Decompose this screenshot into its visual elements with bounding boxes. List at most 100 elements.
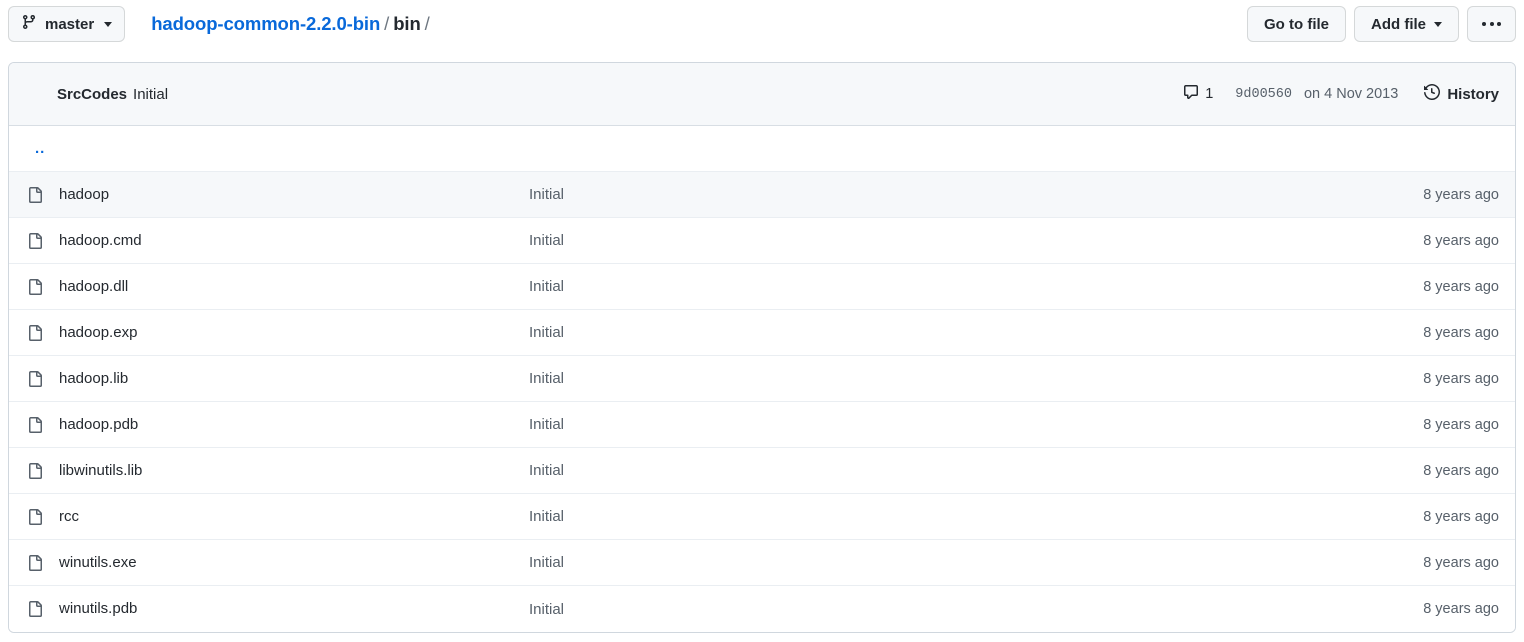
file-commit-age: 8 years ago (1423, 278, 1499, 295)
file-name-cell: libwinutils.lib (59, 462, 529, 480)
file-link[interactable]: hadoop.exp (59, 324, 137, 341)
file-link[interactable]: hadoop.lib (59, 370, 128, 387)
repo-file-browser: master hadoop-common-2.2.0-bin / bin / Go t… (0, 0, 1524, 642)
file-commit-message-cell: Initial (529, 554, 1319, 571)
go-to-file-button[interactable]: Go to file (1247, 6, 1346, 42)
file-icon (27, 370, 59, 387)
file-name-cell: hadoop (59, 186, 529, 204)
file-icon (27, 232, 59, 249)
file-link[interactable]: hadoop.pdb (59, 416, 138, 433)
file-commit-message-link[interactable]: Initial (529, 462, 564, 479)
file-commit-message-link[interactable]: Initial (529, 324, 564, 341)
go-to-file-label: Go to file (1264, 15, 1329, 33)
history-link[interactable]: History (1424, 83, 1499, 104)
file-commit-message-cell: Initial (529, 186, 1319, 203)
file-commit-message-link[interactable]: Initial (529, 601, 564, 618)
file-icon (27, 278, 59, 295)
toolbar-actions: Go to file Add file (1247, 6, 1516, 42)
file-commit-message-cell: Initial (529, 370, 1319, 387)
file-commit-message-cell: Initial (529, 601, 1319, 618)
file-commit-message-cell: Initial (529, 508, 1319, 525)
file-commit-message-link[interactable]: Initial (529, 278, 564, 295)
file-commit-age: 8 years ago (1423, 324, 1499, 341)
history-clock-icon (1424, 83, 1441, 104)
commit-date: on 4 Nov 2013 (1303, 86, 1399, 102)
file-icon (27, 554, 59, 571)
table-row[interactable]: hadoop.exp Initial 8 years ago (9, 310, 1515, 356)
table-row[interactable]: hadoop Initial 8 years ago (9, 172, 1515, 218)
chevron-down-icon (1434, 21, 1442, 27)
breadcrumb: hadoop-common-2.2.0-bin / bin / (151, 13, 434, 35)
file-commit-message-link[interactable]: Initial (529, 186, 564, 203)
file-commit-age: 8 years ago (1423, 601, 1499, 617)
file-icon (27, 601, 59, 617)
file-commit-message-cell: Initial (529, 462, 1319, 479)
file-name-cell: hadoop.dll (59, 278, 529, 296)
file-commit-message-link[interactable]: Initial (529, 554, 564, 571)
add-file-button[interactable]: Add file (1354, 6, 1459, 42)
file-name-cell: hadoop.cmd (59, 232, 529, 250)
breadcrumb-separator-2: / (424, 13, 430, 34)
repo-toolbar: master hadoop-common-2.2.0-bin / bin / Go t… (0, 0, 1524, 48)
chevron-down-icon (104, 21, 113, 27)
table-row[interactable]: winutils.exe Initial 8 years ago (9, 540, 1515, 586)
table-row[interactable]: hadoop.cmd Initial 8 years ago (9, 218, 1515, 264)
file-commit-age: 8 years ago (1423, 416, 1499, 433)
file-link[interactable]: hadoop.dll (59, 278, 128, 295)
comment-count: 1 (1205, 86, 1214, 102)
file-commit-message-link[interactable]: Initial (529, 370, 564, 387)
breadcrumb-repo-link[interactable]: hadoop-common-2.2.0-bin (151, 13, 380, 34)
parent-directory-row[interactable]: .. (9, 126, 1515, 172)
kebab-menu-icon (1482, 22, 1501, 26)
commit-author[interactable]: SrcCodes (57, 86, 127, 103)
file-link[interactable]: winutils.pdb (59, 600, 137, 617)
file-commit-message-cell: Initial (529, 278, 1319, 295)
file-icon (27, 462, 59, 479)
file-commit-age: 8 years ago (1423, 232, 1499, 249)
file-name-cell: hadoop.lib (59, 370, 529, 388)
git-branch-icon (21, 14, 37, 34)
file-icon (27, 186, 59, 203)
file-link[interactable]: libwinutils.lib (59, 462, 142, 479)
file-link[interactable]: winutils.exe (59, 554, 137, 571)
branch-name-label: master (45, 15, 95, 33)
table-row[interactable]: hadoop.pdb Initial 8 years ago (9, 402, 1515, 448)
branch-selector-button[interactable]: master (8, 6, 126, 42)
file-commit-message-link[interactable]: Initial (529, 232, 564, 249)
table-row[interactable]: winutils.pdb Initial 8 years ago (9, 586, 1515, 632)
file-commit-age: 8 years ago (1423, 554, 1499, 571)
file-commit-age: 8 years ago (1423, 186, 1499, 203)
breadcrumb-current-dir: bin (393, 13, 421, 34)
commit-sha[interactable]: 9d00560 (1235, 87, 1292, 102)
file-name-cell: rcc (59, 508, 529, 526)
file-link[interactable]: hadoop.cmd (59, 232, 142, 249)
parent-directory-link[interactable]: .. (35, 140, 45, 157)
commit-message[interactable]: Initial (133, 86, 168, 103)
file-name-cell: hadoop.pdb (59, 416, 529, 434)
table-row[interactable]: rcc Initial 8 years ago (9, 494, 1515, 540)
table-row[interactable]: libwinutils.lib Initial 8 years ago (9, 448, 1515, 494)
file-link[interactable]: hadoop (59, 186, 109, 203)
file-list-container: SrcCodes Initial 1 9d00560 on 4 Nov 2013 (8, 62, 1516, 633)
add-file-label: Add file (1371, 15, 1426, 33)
history-label: History (1447, 85, 1499, 103)
file-icon (27, 324, 59, 341)
file-name-cell: hadoop.exp (59, 324, 529, 342)
breadcrumb-separator-1: / (384, 13, 390, 34)
file-name-cell: winutils.exe (59, 554, 529, 572)
commit-comments[interactable]: 1 (1183, 84, 1213, 104)
file-link[interactable]: rcc (59, 508, 79, 525)
table-row[interactable]: hadoop.lib Initial 8 years ago (9, 356, 1515, 402)
file-commit-message-cell: Initial (529, 416, 1319, 433)
file-commit-message-link[interactable]: Initial (529, 416, 564, 433)
file-icon (27, 416, 59, 433)
file-name-cell: winutils.pdb (59, 600, 529, 618)
latest-commit-header: SrcCodes Initial 1 9d00560 on 4 Nov 2013 (9, 63, 1515, 126)
more-options-button[interactable] (1467, 6, 1516, 42)
file-commit-message-link[interactable]: Initial (529, 508, 564, 525)
commit-meta: 1 9d00560 on 4 Nov 2013 History (1183, 83, 1499, 104)
comment-icon (1183, 84, 1199, 104)
file-commit-age: 8 years ago (1423, 370, 1499, 387)
table-row[interactable]: hadoop.dll Initial 8 years ago (9, 264, 1515, 310)
file-rows: hadoop Initial 8 years ago hadoop.cmd Initia… (9, 172, 1515, 632)
